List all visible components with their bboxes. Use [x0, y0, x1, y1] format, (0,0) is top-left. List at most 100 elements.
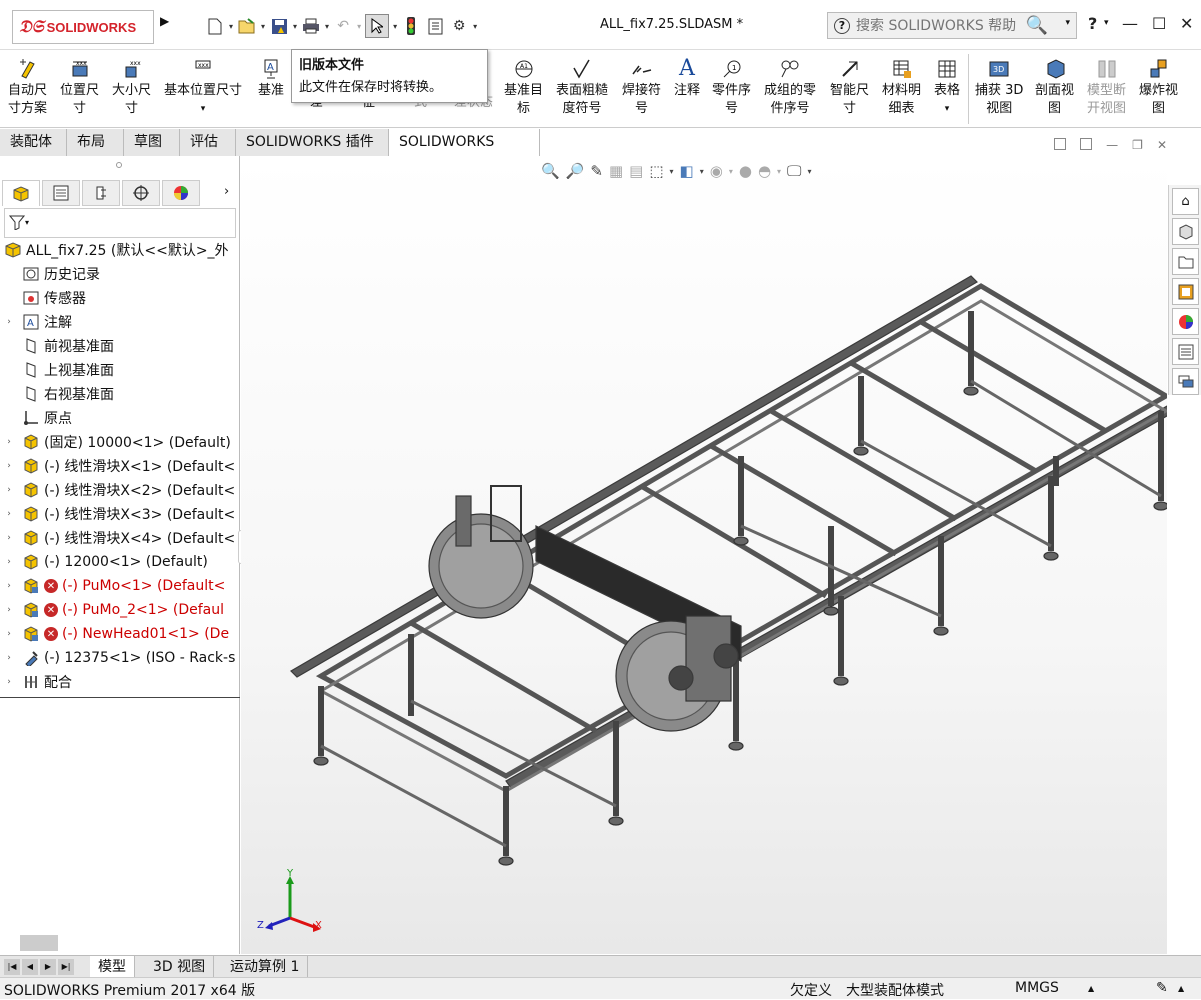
ribbon-model-break-view[interactable]: 模型断 开视图 — [1087, 56, 1126, 118]
display-manager-tab-icon[interactable] — [162, 180, 200, 206]
open-dropdown-icon[interactable]: ▾ — [261, 22, 265, 31]
tree-item[interactable]: › A 注解 — [0, 310, 240, 334]
tab-3d-view[interactable]: 3D 视图 — [145, 956, 215, 978]
expand-menu-arrow-icon[interactable]: ▶ — [160, 14, 169, 28]
ribbon-dropdown-icon[interactable]: ▾ — [945, 100, 950, 118]
tree-item[interactable]: › (-) 12375<1> (ISO - Rack-s — [0, 646, 240, 670]
ribbon-smart-dimension[interactable]: 智能尺寸 — [830, 56, 869, 118]
tree-filter-box[interactable]: ▾ — [4, 208, 236, 238]
ribbon-note[interactable]: A 注释 — [674, 56, 700, 100]
tree-item[interactable]: 传感器 — [0, 286, 240, 310]
ribbon-bom[interactable]: 材料明 细表 — [882, 56, 921, 118]
last-tab-arrow-icon[interactable]: ▶| — [58, 959, 74, 975]
file-properties-icon[interactable] — [425, 16, 445, 36]
ribbon-stacked-balloon[interactable]: 成组的零 件序号 — [764, 56, 816, 118]
print-dropdown-icon[interactable]: ▾ — [325, 22, 329, 31]
tree-item[interactable]: › 配合 — [0, 670, 240, 694]
close-button[interactable]: ✕ — [1180, 14, 1193, 33]
save-dropdown-icon[interactable]: ▾ — [293, 22, 297, 31]
ribbon-surface-finish[interactable]: 表面粗糙 度符号 — [556, 56, 608, 118]
forum-chat-icon[interactable] — [1172, 368, 1199, 395]
tree-item[interactable]: › (-) 12000<1> (Default) — [0, 550, 240, 574]
ribbon-weld-symbol[interactable]: 焊接符号 — [622, 56, 661, 118]
expand-arrow-icon[interactable]: › — [2, 485, 16, 495]
expand-arrow-icon[interactable]: › — [2, 581, 16, 591]
tree-root-assembly[interactable]: ALL_fix7.25 (默认<<默认>_外 — [0, 238, 240, 262]
tab-sketch[interactable]: 草图 — [124, 129, 180, 156]
viewport-tile-right-icon[interactable] — [1080, 138, 1093, 150]
new-file-icon[interactable] — [205, 16, 225, 36]
prev-tab-arrow-icon[interactable]: ◀ — [22, 959, 38, 975]
minimize-button[interactable]: — — [1122, 14, 1138, 33]
tree-item[interactable]: › (-) 线性滑块X<3> (Default< — [0, 502, 240, 526]
tree-item[interactable]: › (固定) 10000<1> (Default) — [0, 430, 240, 454]
ribbon-explode-view[interactable]: 爆炸视图 — [1139, 56, 1178, 118]
expand-arrow-icon[interactable]: › — [2, 557, 16, 567]
expand-arrow-icon[interactable]: › — [2, 437, 16, 447]
tab-assembly[interactable]: 装配体 — [0, 129, 67, 156]
expand-arrow-icon[interactable]: › — [2, 509, 16, 519]
tree-item[interactable]: 原点 — [0, 406, 240, 430]
save-icon[interactable] — [269, 16, 289, 36]
panel-handle-icon[interactable] — [116, 162, 122, 168]
options-dropdown-icon[interactable]: ▾ — [473, 22, 477, 31]
horizontal-scrollbar-thumb[interactable] — [20, 935, 58, 951]
units-dropdown-icon[interactable]: ▲ — [1088, 984, 1094, 993]
select-pointer-icon[interactable] — [365, 14, 390, 38]
print-icon[interactable] — [301, 16, 321, 36]
dimxpert-manager-tab-icon[interactable] — [122, 180, 160, 206]
tree-item[interactable]: 前视基准面 — [0, 334, 240, 358]
ribbon-capture-3d-view[interactable]: 3D 捕获 3D 视图 — [975, 56, 1023, 118]
status-tag-dropdown-icon[interactable]: ▲ — [1178, 984, 1184, 993]
ribbon-table[interactable]: 表格 ▾ — [934, 56, 960, 118]
undo-dropdown-icon[interactable]: ▾ — [357, 22, 361, 31]
solidworks-logo[interactable]: 𝔇𝔖 SOLIDWORKS — [12, 10, 154, 44]
filter-icon[interactable] — [8, 214, 26, 234]
panel-more-arrow-icon[interactable]: › — [224, 184, 229, 199]
configuration-manager-tab-icon[interactable] — [82, 180, 120, 206]
help-search-input[interactable] — [856, 17, 1026, 34]
expand-arrow-icon[interactable]: › — [2, 461, 16, 471]
tree-item[interactable]: › (-) 线性滑块X<1> (Default< — [0, 454, 240, 478]
help-button[interactable]: ? — [1088, 14, 1097, 33]
solidworks-resources-home-icon[interactable]: ⌂ — [1172, 188, 1199, 215]
tree-item[interactable]: 历史记录 — [0, 262, 240, 286]
ribbon-datum[interactable]: A 基准 — [258, 56, 284, 100]
feature-manager-tab-icon[interactable] — [2, 180, 40, 206]
tab-evaluate[interactable]: 评估 — [180, 129, 236, 156]
ribbon-dropdown-icon[interactable]: ▾ — [201, 100, 206, 118]
options-gear-icon[interactable]: ⚙ — [449, 16, 469, 36]
viewport-restore-icon[interactable]: ❐ — [1132, 138, 1143, 152]
ribbon-basic-location-dimension[interactable]: xxx 基本位置尺寸 ▾ — [164, 56, 242, 118]
tree-item[interactable]: › (-) 线性滑块X<4> (Default< — [0, 526, 240, 550]
expand-arrow-icon[interactable]: › — [2, 317, 16, 327]
next-tab-arrow-icon[interactable]: ▶ — [40, 959, 56, 975]
tree-item[interactable]: › (-) 线性滑块X<2> (Default< — [0, 478, 240, 502]
design-library-icon[interactable] — [1172, 218, 1199, 245]
tree-item[interactable]: › ✕ (-) PuMo<1> (Default< — [0, 574, 240, 598]
ribbon-datum-target[interactable]: A1 基准目标 — [504, 56, 543, 118]
search-icon[interactable]: 🔍 — [1026, 15, 1048, 36]
status-units[interactable]: MMGS — [1015, 980, 1059, 996]
new-dropdown-icon[interactable]: ▾ — [229, 22, 233, 31]
ribbon-size-dimension[interactable]: xxx 大小尺寸 — [112, 56, 151, 118]
tab-motion-study[interactable]: 运动算例 1 — [222, 956, 309, 978]
viewport-tile-left-icon[interactable] — [1054, 138, 1067, 150]
ribbon-location-dimension[interactable]: xxx 位置尺寸 — [60, 56, 99, 118]
tab-solidworks-addins[interactable]: SOLIDWORKS 插件 — [236, 129, 389, 156]
first-tab-arrow-icon[interactable]: |◀ — [4, 959, 20, 975]
graphics-viewport[interactable]: — ❐ ✕ 🔍 🔎 ✎ ▦ ▤ ⬚ ▾ ◧ ▾ ◉ ▾ ● ◓ ▾ 🖵 ▾ Y … — [241, 138, 1167, 954]
expand-arrow-icon[interactable]: › — [2, 605, 16, 615]
viewport-close-icon[interactable]: ✕ — [1157, 138, 1167, 152]
file-explorer-icon[interactable] — [1172, 248, 1199, 275]
view-palette-icon[interactable] — [1172, 278, 1199, 305]
maximize-button[interactable]: ☐ — [1152, 14, 1166, 33]
ribbon-section-view[interactable]: 剖面视图 — [1035, 56, 1074, 118]
ribbon-auto-dimension[interactable]: 自动尺 寸方案 — [8, 56, 47, 118]
tab-model[interactable]: 模型 — [90, 956, 135, 978]
tree-item[interactable]: 上视基准面 — [0, 358, 240, 382]
search-dropdown-icon[interactable]: ▾ — [1065, 18, 1070, 28]
ribbon-balloon[interactable]: 1 零件序号 — [712, 56, 751, 118]
tree-item[interactable]: › ✕ (-) NewHead01<1> (De — [0, 622, 240, 646]
help-dropdown-icon[interactable]: ▾ — [1104, 18, 1109, 28]
